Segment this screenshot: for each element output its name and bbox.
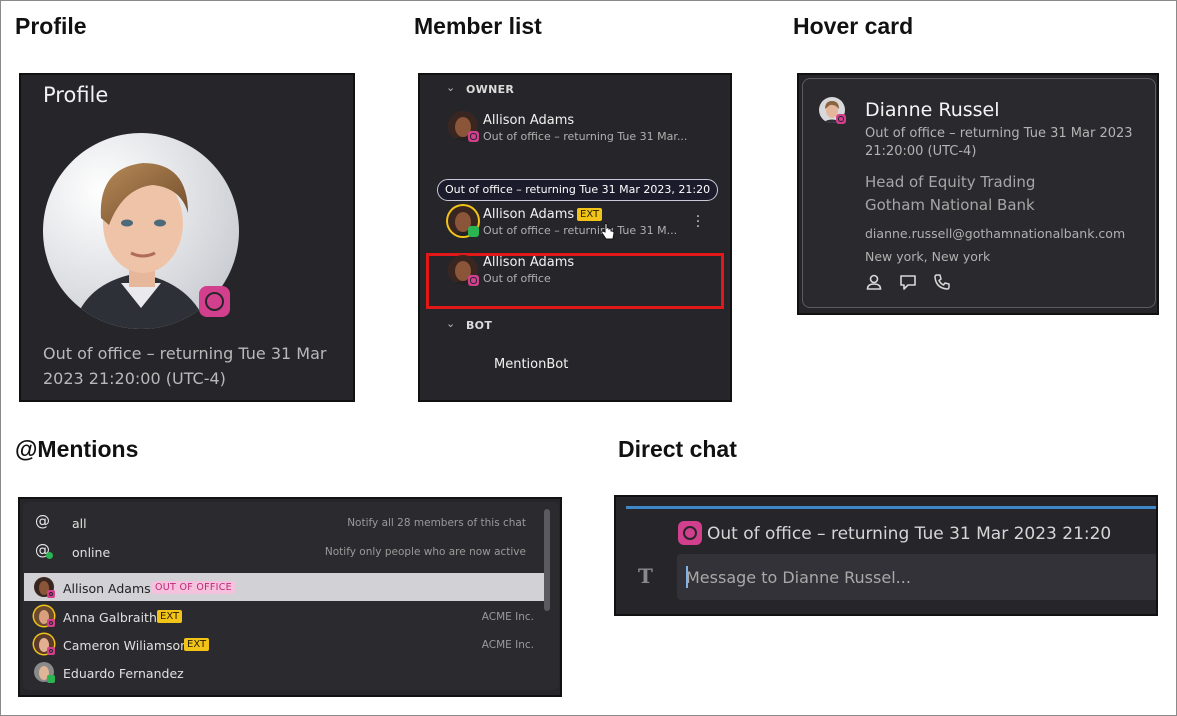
ext-badge: EXT xyxy=(577,208,603,221)
text-caret xyxy=(686,566,688,588)
hover-card-email[interactable]: dianne.russell@gothamnationalbank.com xyxy=(865,226,1125,241)
avatar xyxy=(34,577,55,598)
mention-hint: Notify all 28 members of this chat xyxy=(347,517,526,529)
divider xyxy=(626,506,1156,509)
mention-option-online[interactable]: @ online Notify only people who are now … xyxy=(20,538,540,566)
at-icon: @ xyxy=(35,512,50,530)
chevron-down-icon[interactable]: ⌄ xyxy=(446,81,455,94)
member-list-panel: ⌄ OWNER Allison Adams Out of office – re… xyxy=(418,73,732,402)
avatar xyxy=(819,97,846,124)
mention-person-row[interactable]: Anna Galbraith EXT ACME Inc. xyxy=(24,602,544,630)
member-status: Out of office xyxy=(483,272,551,285)
message-input[interactable] xyxy=(677,554,1156,600)
member-status: Out of office – returning Tue 31 Mar... xyxy=(483,130,688,143)
chat-status-text: Out of office – returning Tue 31 Mar 202… xyxy=(707,524,1112,544)
out-of-office-icon xyxy=(678,521,702,545)
hover-card-panel: Dianne Russel Out of office – returning … xyxy=(797,73,1159,315)
member-name[interactable]: Allison Adams xyxy=(483,113,574,128)
hover-card-location: New york, New york xyxy=(865,249,991,264)
at-online-icon: @ xyxy=(35,541,53,559)
avatar[interactable] xyxy=(448,111,479,142)
bot-group-label: BOT xyxy=(466,319,493,332)
person-name: Anna Galbraith xyxy=(63,610,157,625)
out-of-office-icon xyxy=(47,619,55,627)
mention-person-row[interactable]: Cameron Wiliamson EXT ACME Inc. xyxy=(24,630,544,658)
direct-chat-section-title: Direct chat xyxy=(618,436,737,462)
ext-badge: EXT xyxy=(157,610,183,623)
out-of-office-icon xyxy=(468,131,479,142)
profile-status-text: Out of office – returning Tue 31 Mar 202… xyxy=(43,344,327,388)
avatar xyxy=(34,606,55,627)
member-status: Out of office – returning Tue 31 M... xyxy=(483,224,678,237)
hover-card-name: Dianne Russel xyxy=(865,99,1000,121)
avatar[interactable] xyxy=(448,255,479,286)
member-list-section-title: Member list xyxy=(414,13,542,39)
online-status-icon xyxy=(47,675,55,683)
owner-group-label: OWNER xyxy=(466,83,515,96)
out-of-office-icon xyxy=(199,286,230,317)
hand-cursor-icon xyxy=(601,223,615,245)
out-of-office-badge: OUT OF OFFICE xyxy=(152,581,235,594)
mentions-panel: @ all Notify all 28 members of this chat… xyxy=(18,497,562,697)
hover-card-section-title: Hover card xyxy=(793,13,914,39)
profile-panel: Profile Out of office – returning Tue 31… xyxy=(19,73,355,402)
profile-icon[interactable] xyxy=(865,273,883,291)
more-options-icon[interactable]: · · · xyxy=(695,210,701,234)
hover-card-role: Head of Equity Trading xyxy=(865,173,1036,191)
chevron-down-icon[interactable]: ⌄ xyxy=(446,317,455,330)
scrollbar[interactable] xyxy=(544,509,550,611)
mention-label: online xyxy=(72,545,111,560)
out-of-office-icon xyxy=(47,647,55,655)
mention-option-all[interactable]: @ all Notify all 28 members of this chat xyxy=(20,509,540,537)
out-of-office-icon xyxy=(836,114,846,124)
mention-person-row[interactable]: Allison Adams OUT OF OFFICE xyxy=(24,573,544,601)
person-company: ACME Inc. xyxy=(481,639,534,651)
avatar xyxy=(34,662,55,683)
mentions-section-title: @Mentions xyxy=(15,436,139,462)
text-format-button[interactable]: T xyxy=(638,564,653,588)
chat-icon[interactable] xyxy=(899,273,917,291)
hover-card-status: Out of office – returning Tue 31 Mar 202… xyxy=(865,126,1133,159)
direct-chat-panel: Out of office – returning Tue 31 Mar 202… xyxy=(614,495,1158,616)
ext-badge: EXT xyxy=(184,638,210,651)
profile-section-title: Profile xyxy=(15,13,87,39)
avatar xyxy=(34,634,55,655)
member-name[interactable]: Allison Adams xyxy=(483,255,574,270)
person-name: Eduardo Fernandez xyxy=(63,666,184,681)
person-name: Allison Adams xyxy=(63,581,151,596)
mention-person-row[interactable]: Eduardo Fernandez xyxy=(24,658,544,686)
member-name[interactable]: Allison Adams xyxy=(483,207,574,222)
hover-card-company: Gotham National Bank xyxy=(865,196,1035,214)
phone-icon[interactable] xyxy=(933,273,951,291)
person-name: Cameron Wiliamson xyxy=(63,638,189,653)
profile-title: Profile xyxy=(43,83,109,107)
status-tooltip: Out of office – returning Tue 31 Mar 202… xyxy=(437,179,719,201)
person-company: ACME Inc. xyxy=(481,611,534,623)
avatar[interactable] xyxy=(448,206,479,237)
out-of-office-icon xyxy=(47,590,55,598)
mention-hint: Notify only people who are now active xyxy=(324,546,526,558)
online-status-icon xyxy=(468,226,479,237)
out-of-office-icon xyxy=(468,275,479,286)
mention-label: all xyxy=(72,516,87,531)
bot-name[interactable]: MentionBot xyxy=(494,357,568,372)
